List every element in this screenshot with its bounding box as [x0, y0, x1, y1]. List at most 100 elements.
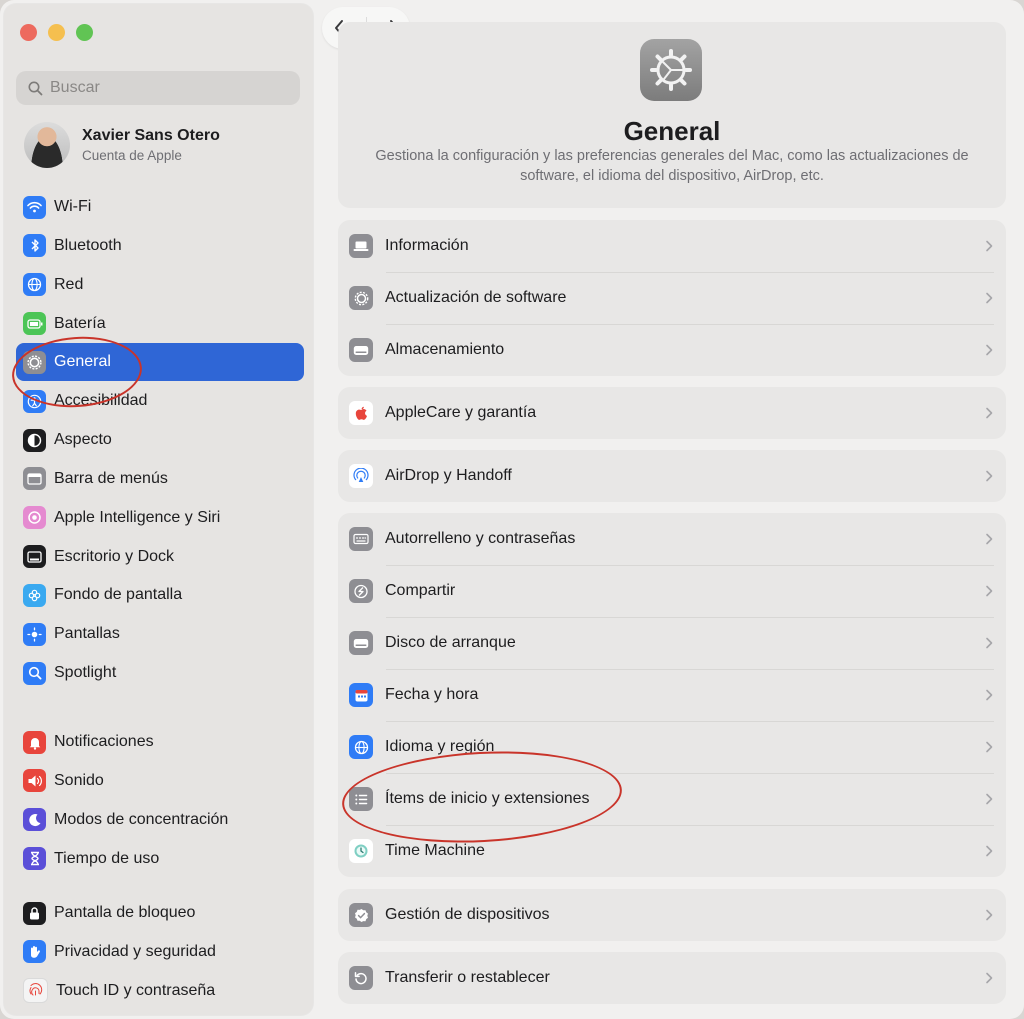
sidebar-item-label: Red	[54, 275, 84, 293]
chevron-right-icon	[986, 292, 993, 304]
settings-row-label: AppleCare y garantía	[385, 404, 537, 421]
hand-icon	[23, 940, 46, 964]
sidebar-item-label: General	[54, 353, 111, 371]
sidebar-item-wi-fi[interactable]: Wi-Fi	[16, 188, 304, 226]
settings-row-transferir-o-restablecer[interactable]: Transferir o restablecer	[338, 952, 1006, 1004]
sidebar-item-label: Touch ID y contraseña	[56, 981, 216, 999]
sidebar: Buscar Xavier Sans Otero Cuenta de Apple…	[4, 4, 313, 1015]
settings-row-almacenamiento[interactable]: Almacenamiento	[338, 324, 1006, 376]
zoom-button[interactable]	[76, 24, 93, 41]
settings-row-label: AirDrop y Handoff	[385, 467, 512, 484]
settings-row-label: Ítems de inicio y extensiones	[385, 790, 590, 807]
sidebar-item-label: Batería	[54, 314, 106, 332]
chevron-right-icon	[986, 585, 993, 597]
sidebar-item-tiempo-de-uso[interactable]: Tiempo de uso	[16, 840, 304, 878]
menubar-icon	[23, 467, 46, 491]
accessibility-icon	[23, 389, 46, 413]
settings-row-time-machine[interactable]: Time Machine	[338, 825, 1006, 877]
sidebar-item-aspecto[interactable]: Aspecto	[16, 421, 304, 459]
settings-row-compartir[interactable]: Compartir	[338, 565, 1006, 617]
siri-icon	[23, 506, 46, 530]
search-input[interactable]: Buscar	[16, 71, 300, 105]
sidebar-item-notificaciones[interactable]: Notificaciones	[16, 723, 304, 761]
chevron-right-icon	[986, 909, 993, 921]
sidebar-item-bateria[interactable]: Batería	[16, 305, 304, 343]
speaker-icon	[23, 769, 46, 793]
settings-window: Buscar Xavier Sans Otero Cuenta de Apple…	[0, 0, 1024, 1019]
sidebar-item-label: Barra de menús	[54, 469, 168, 487]
chevron-right-icon	[986, 793, 993, 805]
sidebar-item-touch-id-y-contrasena[interactable]: Touch ID y contraseña	[16, 972, 304, 1010]
settings-group-info: Información Actualización de software Alma…	[338, 220, 1006, 376]
sidebar-item-label: Aspecto	[54, 431, 112, 449]
sidebar-item-general[interactable]: General	[16, 343, 304, 382]
settings-group-applecare: AppleCare y garantía	[338, 387, 1006, 439]
chevron-right-icon	[986, 470, 993, 482]
gear-icon	[23, 350, 46, 374]
settings-row-label: Gestión de dispositivos	[385, 906, 550, 923]
hourglass-icon	[23, 847, 46, 871]
chevron-right-icon	[986, 741, 993, 753]
sidebar-group-system: Wi-Fi Bluetooth Red Batería General Accesibil…	[16, 188, 304, 693]
sidebar-item-red[interactable]: Red	[16, 266, 304, 304]
time-machine-icon	[349, 839, 373, 863]
calendar-icon	[349, 683, 373, 707]
lock-icon	[23, 901, 46, 925]
sidebar-item-modos-de-concentracion[interactable]: Modos de concentración	[16, 801, 304, 839]
sidebar-item-label: Escritorio y Dock	[54, 547, 175, 565]
sidebar-item-escritorio-y-dock[interactable]: Escritorio y Dock	[16, 538, 304, 576]
wifi-icon	[23, 195, 46, 219]
sidebar-item-label: Wi-Fi	[54, 198, 92, 215]
keyboard-icon	[349, 527, 373, 551]
settings-row-label: Disco de arranque	[385, 634, 516, 651]
sidebar-item-label: Accesibilidad	[54, 392, 148, 410]
settings-row-idioma-y-region[interactable]: Idioma y región	[338, 721, 1006, 773]
general-gear-icon	[640, 39, 702, 101]
settings-row-autorrelleno-y-contrasenas[interactable]: Autorrelleno y contraseñas	[338, 513, 1006, 565]
settings-row-items-de-inicio-y-extensiones[interactable]: Ítems de inicio y extensiones	[338, 773, 1006, 825]
sidebar-item-fondo-de-pantalla[interactable]: Fondo de pantalla	[16, 576, 304, 614]
close-button[interactable]	[20, 24, 37, 41]
settings-row-fecha-y-hora[interactable]: Fecha y hora	[338, 669, 1006, 721]
search-icon	[28, 81, 43, 95]
sidebar-item-privacidad-y-seguridad[interactable]: Privacidad y seguridad	[16, 933, 304, 971]
appearance-icon	[23, 428, 46, 452]
settings-row-label: Time Machine	[385, 842, 485, 859]
moon-icon	[23, 808, 46, 832]
sidebar-item-apple-intelligence-y-siri[interactable]: Apple Intelligence y Siri	[16, 499, 304, 537]
sidebar-item-label: Modos de concentración	[54, 810, 229, 828]
page-description: Gestiona la configuración y las preferen…	[375, 148, 969, 184]
settings-row-informacion[interactable]: Información	[338, 220, 1006, 272]
sidebar-item-label: Tiempo de uso	[54, 849, 160, 867]
sidebar-item-pantallas[interactable]: Pantallas	[16, 615, 304, 653]
minimize-button[interactable]	[48, 24, 65, 41]
sidebar-item-pantalla-de-bloqueo[interactable]: Pantalla de bloqueo	[16, 894, 304, 932]
settings-group-airdrop: AirDrop y Handoff	[338, 450, 1006, 502]
sidebar-item-spotlight[interactable]: Spotlight	[16, 654, 304, 692]
settings-row-label: Idioma y región	[385, 738, 495, 755]
settings-row-actualizacion-de-software[interactable]: Actualización de software	[338, 272, 1006, 324]
sidebar-item-accesibilidad[interactable]: Accesibilidad	[16, 382, 304, 420]
list-icon	[349, 787, 373, 811]
sidebar-item-sonido[interactable]: Sonido	[16, 762, 304, 800]
share-icon	[349, 579, 373, 603]
spotlight-icon	[23, 661, 46, 685]
settings-row-airdrop-y-handoff[interactable]: AirDrop y Handoff	[338, 450, 1006, 502]
sidebar-group-notifications: Notificaciones Sonido Modos de concentraci…	[16, 723, 304, 878]
settings-row-label: Almacenamiento	[385, 341, 505, 358]
sidebar-item-barra-de-menus[interactable]: Barra de menús	[16, 460, 304, 498]
sidebar-item-label: Fondo de pantalla	[54, 586, 183, 604]
settings-group-reset: Transferir o restablecer	[338, 952, 1006, 1004]
settings-row-gestion-de-dispositivos[interactable]: Gestión de dispositivos	[338, 889, 1006, 941]
settings-row-applecare-y-garantia[interactable]: AppleCare y garantía	[338, 387, 1006, 439]
bell-icon	[23, 730, 46, 754]
sidebar-item-label: Bluetooth	[54, 236, 122, 254]
account-row[interactable]: Xavier Sans Otero Cuenta de Apple	[24, 122, 220, 168]
sidebar-item-bluetooth[interactable]: Bluetooth	[16, 227, 304, 265]
settings-row-disco-de-arranque[interactable]: Disco de arranque	[338, 617, 1006, 669]
reset-icon	[349, 966, 373, 990]
chevron-right-icon	[986, 972, 993, 984]
settings-row-label: Actualización de software	[385, 289, 567, 306]
chevron-right-icon	[986, 407, 993, 419]
startup-disk-icon	[349, 631, 373, 655]
